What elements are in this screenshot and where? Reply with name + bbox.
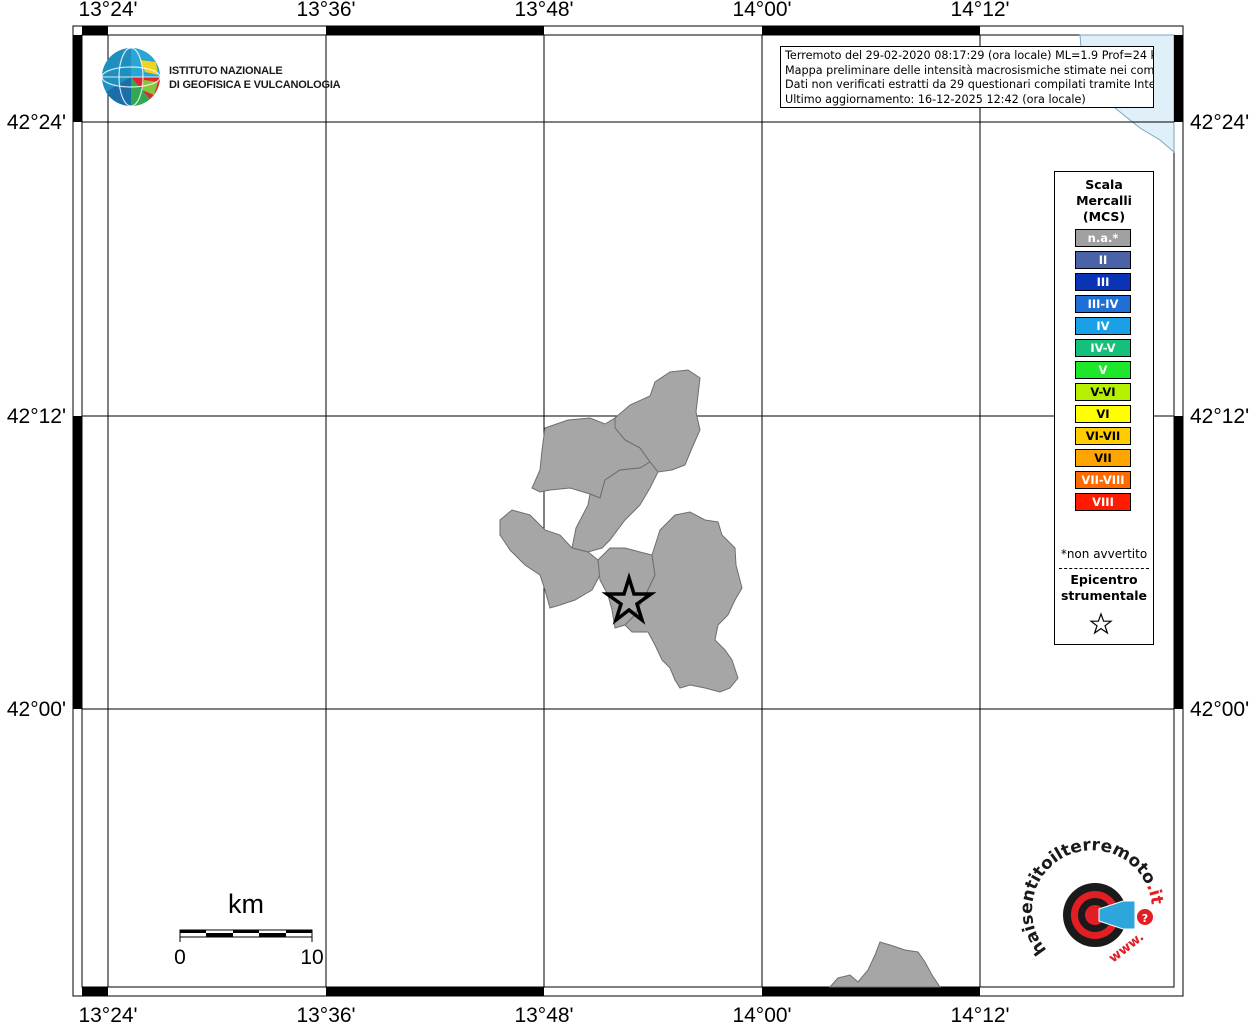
legend-intensity-iv: IV — [1075, 317, 1131, 335]
legend-intensity-v-vi: V-VI — [1075, 383, 1131, 401]
legend-intensity-viii: VIII — [1075, 493, 1131, 511]
lon-tick-top-2: 13°36' — [296, 0, 355, 21]
lon-tick-bottom-4: 14°00' — [732, 1004, 791, 1024]
legend-epicenter-label: Epicentro strumentale — [1060, 572, 1148, 603]
scale-bar-unit: km — [228, 889, 264, 919]
legend-intensity-iii: III — [1075, 273, 1131, 291]
legend-star-icon — [1089, 612, 1113, 635]
event-info-line1: Terremoto del 29-02-2020 08:17:29 (ora l… — [785, 49, 1154, 62]
scale-bar-end: 10 — [300, 946, 323, 969]
event-info-line2: Mappa preliminare delle intensità macros… — [785, 63, 1154, 77]
legend-intensity-n-a: n.a.* — [1075, 229, 1131, 247]
legend-title: Scala Mercalli (MCS) — [1076, 177, 1132, 224]
ingv-name-line2: DI GEOFISICA E VULCANOLOGIA — [169, 79, 341, 91]
lon-tick-top-4: 14°00' — [732, 0, 791, 21]
legend-intensity-v: V — [1075, 361, 1131, 379]
lat-tick-left-2: 42°12' — [7, 405, 66, 428]
ingv-globe-icon — [101, 47, 161, 107]
lat-tick-left-1: 42°24' — [7, 111, 66, 134]
legend-intensity-vii: VII — [1075, 449, 1131, 467]
event-info-box: Terremoto del 29-02-2020 08:17:29 (ora l… — [780, 46, 1154, 108]
legend-intensity-vii-viii: VII-VIII — [1075, 471, 1131, 489]
lon-tick-top-5: 14°12' — [950, 0, 1009, 21]
legend-intensity-vi: VI — [1075, 405, 1131, 423]
lat-tick-right-2: 42°12' — [1190, 405, 1249, 428]
legend-note: *non avvertito — [1060, 547, 1148, 561]
lon-tick-bottom-5: 14°12' — [950, 1004, 1009, 1024]
lon-tick-top-1: 13°24' — [78, 0, 137, 21]
mcs-legend: Scala Mercalli (MCS) n.a.* II III III-IV IV I… — [1054, 171, 1154, 645]
legend-intensity-iii-iv: III-IV — [1075, 295, 1131, 313]
intensity-scale-list: n.a.* II III III-IV IV IV-V V V-VI VI VI-VII VII VI… — [1075, 229, 1133, 515]
lon-tick-top-3: 13°48' — [514, 0, 573, 21]
legend-intensity-ii: II — [1075, 251, 1131, 269]
ingv-name-line1: ISTITUTO NAZIONALE — [169, 65, 283, 77]
lat-tick-right-3: 42°00' — [1190, 698, 1249, 721]
lat-tick-right-1: 42°24' — [1190, 111, 1249, 134]
event-info-line3: Dati non verificati estratti da 29 quest… — [785, 78, 1154, 92]
lon-tick-bottom-2: 13°36' — [296, 1004, 355, 1024]
legend-intensity-iv-v: IV-V — [1075, 339, 1131, 357]
lat-tick-left-3: 42°00' — [7, 698, 66, 721]
lon-tick-bottom-3: 13°48' — [514, 1004, 573, 1024]
event-info-line4: Ultimo aggiornamento: 16-12-2025 12:42 (… — [785, 92, 1086, 106]
legend-intensity-vi-vii: VI-VII — [1075, 427, 1131, 445]
lon-tick-bottom-1: 13°24' — [78, 1004, 137, 1024]
legend-separator — [1059, 568, 1149, 569]
svg-text:?: ? — [1142, 912, 1148, 925]
scale-bar-start: 0 — [174, 946, 186, 969]
